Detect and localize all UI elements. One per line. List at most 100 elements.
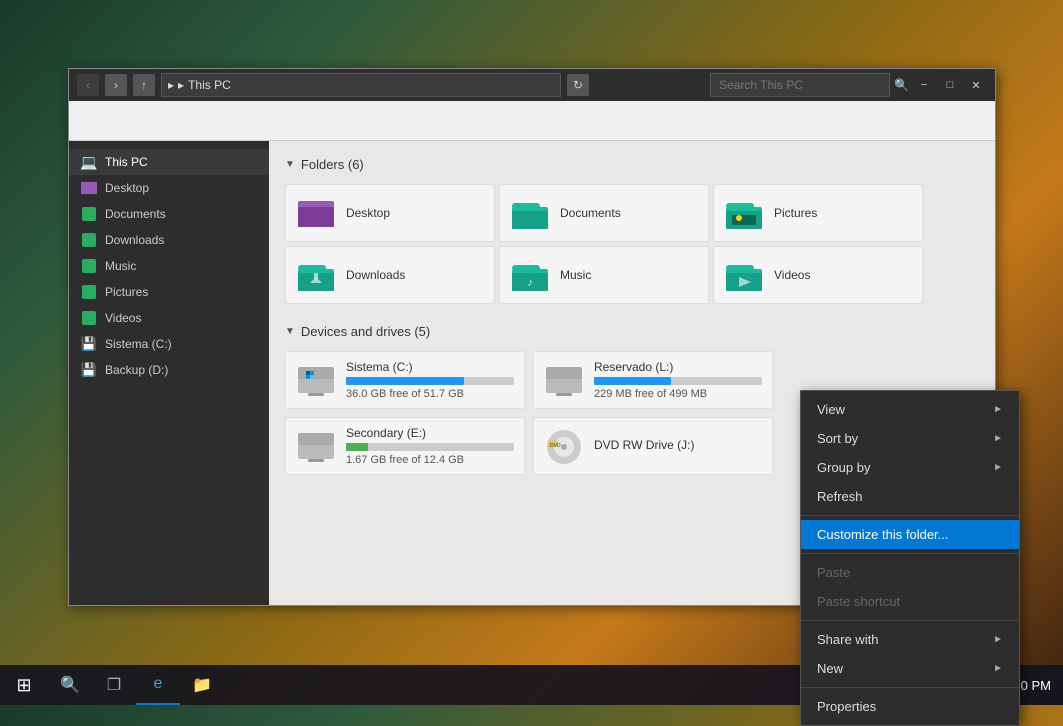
minimize-button[interactable]: − — [913, 74, 935, 96]
ctx-item-properties[interactable]: Properties — [801, 692, 1019, 721]
breadcrumb-thispc[interactable]: This PC — [188, 78, 231, 92]
explorer-icon: 📁 — [192, 675, 212, 695]
ctx-item-refresh[interactable]: Refresh — [801, 482, 1019, 511]
folder-item-downloads[interactable]: Downloads — [285, 246, 495, 304]
refresh-button[interactable]: ↻ — [567, 74, 589, 96]
sidebar-item-documents[interactable]: Documents — [69, 201, 269, 227]
ctx-item-groupby[interactable]: Group by ► — [801, 453, 1019, 482]
sistema-drive-free: 36.0 GB free of 51.7 GB — [346, 388, 514, 400]
folder-name-music: Music — [560, 268, 591, 282]
ctx-separator-2 — [801, 553, 1019, 554]
edge-icon: e — [154, 675, 163, 693]
reservado-drive-free: 229 MB free of 499 MB — [594, 388, 762, 400]
sistema-drive-name: Sistema (C:) — [346, 360, 514, 374]
ctx-label-share-with: Share with — [817, 632, 878, 647]
secondary-drive-name: Secondary (E:) — [346, 426, 514, 440]
sidebar-item-thispc[interactable]: 💻 This PC — [69, 149, 269, 175]
start-button[interactable]: ⊞ — [0, 665, 48, 705]
music-folder-icon — [81, 258, 97, 274]
ctx-item-view[interactable]: View ► — [801, 395, 1019, 424]
sidebar-item-music[interactable]: Music — [69, 253, 269, 279]
sidebar-item-downloads[interactable]: Downloads — [69, 227, 269, 253]
pc-icon: 💻 — [81, 154, 97, 170]
folder-item-desktop[interactable]: Desktop — [285, 184, 495, 242]
ctx-item-sortby[interactable]: Sort by ► — [801, 424, 1019, 453]
search-input[interactable] — [710, 73, 890, 97]
folder-name-videos: Videos — [774, 268, 810, 282]
sidebar-label-downloads: Downloads — [105, 233, 164, 247]
drives-chevron-icon[interactable]: ▼ — [285, 326, 295, 337]
taskbar-search-button[interactable]: 🔍 — [48, 665, 92, 705]
pictures-folder-large-icon — [724, 193, 764, 233]
sidebar-item-desktop[interactable]: Desktop — [69, 175, 269, 201]
drive-item-secondary[interactable]: Secondary (E:) 1.67 GB free of 12.4 GB — [285, 417, 525, 475]
sidebar-label-documents: Documents — [105, 207, 166, 221]
taskbar-explorer-button[interactable]: 📁 — [180, 665, 224, 705]
drive-item-sistema[interactable]: Sistema (C:) 36.0 GB free of 51.7 GB — [285, 351, 525, 409]
context-menu: View ► Sort by ► Group by ► Refresh Cust… — [800, 390, 1020, 726]
folder-item-music[interactable]: ♪ Music — [499, 246, 709, 304]
ctx-separator-1 — [801, 515, 1019, 516]
ctx-separator-3 — [801, 620, 1019, 621]
ctx-item-new[interactable]: New ► — [801, 654, 1019, 683]
ctx-arrow-sortby: ► — [993, 433, 1003, 444]
reservado-drive-progress-bar — [594, 377, 762, 385]
sidebar-label-backup: Backup (D:) — [105, 363, 168, 377]
downloads-folder-large-icon — [296, 255, 336, 295]
videos-folder-large-icon — [724, 255, 764, 295]
start-icon: ⊞ — [16, 675, 31, 696]
sidebar: 💻 This PC Desktop Documents D — [69, 141, 269, 605]
pictures-folder-icon — [81, 284, 97, 300]
sidebar-item-pictures[interactable]: Pictures — [69, 279, 269, 305]
drive-item-reservado[interactable]: Reservado (L:) 229 MB free of 499 MB — [533, 351, 773, 409]
taskbar-search-icon: 🔍 — [60, 675, 80, 695]
back-button[interactable]: ‹ — [77, 74, 99, 96]
folder-name-downloads: Downloads — [346, 268, 405, 282]
ctx-label-properties: Properties — [817, 699, 876, 714]
secondary-drive-free: 1.67 GB free of 12.4 GB — [346, 454, 514, 466]
up-button[interactable]: ↑ — [133, 74, 155, 96]
sidebar-item-videos[interactable]: Videos — [69, 305, 269, 331]
sistema-progress-fill — [346, 377, 464, 385]
folder-name-pictures: Pictures — [774, 206, 817, 220]
sistema-drive-progress-bar — [346, 377, 514, 385]
folder-item-documents[interactable]: Documents — [499, 184, 709, 242]
taskbar-edge-button[interactable]: e — [136, 665, 180, 705]
sistema-drive-large-icon — [296, 360, 336, 400]
videos-folder-icon — [81, 310, 97, 326]
folder-item-pictures[interactable]: Pictures — [713, 184, 923, 242]
ctx-item-customize[interactable]: Customize this folder... — [801, 520, 1019, 549]
folders-chevron-icon[interactable]: ▼ — [285, 159, 295, 170]
secondary-drive-progress-bar — [346, 443, 514, 451]
folders-section-header: ▼ Folders (6) — [285, 157, 979, 172]
secondary-progress-fill — [346, 443, 368, 451]
folders-section-label: Folders (6) — [301, 157, 364, 172]
reservado-drive-name: Reservado (L:) — [594, 360, 762, 374]
sidebar-item-sistema[interactable]: 💾 Sistema (C:) — [69, 331, 269, 357]
sidebar-item-backup[interactable]: 💾 Backup (D:) — [69, 357, 269, 383]
close-button[interactable]: ✕ — [965, 74, 987, 96]
ctx-arrow-groupby: ► — [993, 462, 1003, 473]
toolbar — [69, 101, 995, 141]
taskbar-left: ⊞ 🔍 ❐ e 📁 — [0, 665, 224, 705]
sidebar-label-thispc: This PC — [105, 155, 148, 169]
secondary-drive-large-icon — [296, 426, 336, 466]
taskbar-taskview-button[interactable]: ❐ — [92, 665, 136, 705]
sistema-drive-icon: 💾 — [81, 336, 97, 352]
folders-grid: Desktop Documents — [285, 184, 979, 304]
maximize-button[interactable]: □ — [939, 74, 961, 96]
ctx-label-paste: Paste — [817, 565, 850, 580]
svg-text:DVD: DVD — [550, 443, 561, 449]
ctx-item-share-with[interactable]: Share with ► — [801, 625, 1019, 654]
ctx-arrow-share-with: ► — [993, 634, 1003, 645]
breadcrumb-separator2: ▸ — [178, 78, 184, 92]
folder-item-videos[interactable]: Videos — [713, 246, 923, 304]
drive-item-dvd[interactable]: DVD DVD RW Drive (J:) — [533, 417, 773, 475]
forward-button[interactable]: › — [105, 74, 127, 96]
breadcrumb-bar[interactable]: ▸ ▸ This PC — [161, 73, 561, 97]
drives-section-label: Devices and drives (5) — [301, 324, 430, 339]
search-icon: 🔍 — [894, 78, 909, 92]
ctx-item-paste: Paste — [801, 558, 1019, 587]
taskview-icon: ❐ — [107, 675, 121, 695]
sistema-drive-info: Sistema (C:) 36.0 GB free of 51.7 GB — [346, 360, 514, 400]
